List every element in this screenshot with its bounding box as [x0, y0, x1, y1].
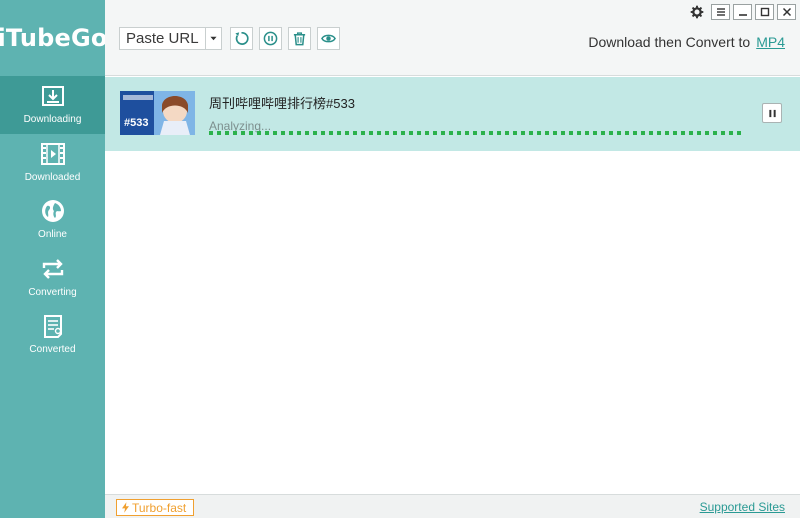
- convert-icon: [42, 258, 63, 279]
- minimize-icon: [738, 14, 747, 16]
- pause-icon: [768, 109, 776, 117]
- gear-icon[interactable]: [689, 4, 705, 20]
- globe-icon: [41, 200, 64, 222]
- paste-url-dropdown[interactable]: [205, 27, 222, 50]
- maximize-button[interactable]: [755, 4, 774, 20]
- thumbnail-caption: #533: [124, 117, 148, 129]
- convert-setting: Download then Convert to MP4: [588, 34, 785, 50]
- toolbar-actions: Paste URL: [119, 27, 340, 50]
- sidebar-item-converted[interactable]: Converted: [0, 306, 105, 364]
- sidebar-item-label: Downloading: [23, 114, 82, 125]
- resume-all-button[interactable]: [229, 27, 253, 50]
- sidebar-item-online[interactable]: Online: [0, 191, 105, 249]
- turbo-fast-button[interactable]: Turbo-fast: [116, 499, 195, 516]
- close-button[interactable]: [777, 4, 796, 20]
- supported-sites-link[interactable]: Supported Sites: [700, 500, 785, 514]
- eye-icon: [320, 34, 336, 43]
- close-icon: [782, 7, 791, 17]
- menu-button[interactable]: [711, 4, 730, 20]
- download-icon: [41, 86, 64, 106]
- lightning-icon: [122, 502, 129, 513]
- status-bar: Turbo-fast Supported Sites: [105, 494, 800, 518]
- sidebar-item-label: Online: [38, 229, 67, 240]
- refresh-icon: [234, 32, 249, 45]
- app-logo: iTubeGo: [0, 24, 108, 52]
- toolbar: Paste URL Download then Convert to MP4: [105, 0, 800, 76]
- download-list: #533 周刊哔哩哔哩排行榜#533 Analyzing...: [105, 77, 800, 494]
- film-icon: [40, 142, 65, 165]
- menu-icon: [716, 8, 725, 16]
- sidebar-item-downloaded[interactable]: Downloaded: [0, 134, 105, 192]
- progress-bar: [209, 131, 743, 135]
- sidebar-nav: Downloading Downloaded Online Converting…: [0, 76, 105, 364]
- video-thumbnail: #533: [120, 91, 195, 135]
- window-controls: [689, 4, 796, 20]
- item-pause-button[interactable]: [762, 103, 782, 123]
- document-icon: [43, 315, 62, 338]
- download-row[interactable]: #533 周刊哔哩哔哩排行榜#533 Analyzing...: [105, 77, 800, 151]
- sidebar-item-label: Converted: [29, 344, 76, 355]
- convert-label: Download then Convert to: [588, 34, 751, 50]
- sidebar-item-label: Downloaded: [24, 171, 81, 183]
- maximize-icon: [760, 7, 769, 17]
- turbo-label: Turbo-fast: [132, 500, 187, 515]
- paste-url-button[interactable]: Paste URL: [119, 27, 206, 50]
- sidebar-item-converting[interactable]: Converting: [0, 249, 105, 307]
- trash-icon: [293, 32, 305, 46]
- preview-button[interactable]: [316, 27, 340, 50]
- pause-all-button[interactable]: [258, 27, 282, 50]
- sidebar-item-downloading[interactable]: Downloading: [0, 76, 105, 134]
- sidebar-item-label: Converting: [28, 286, 77, 298]
- video-title: 周刊哔哩哔哩排行榜#533: [209, 96, 355, 111]
- caret-down-icon: [209, 36, 217, 41]
- delete-button[interactable]: [287, 27, 311, 50]
- minimize-button[interactable]: [733, 4, 752, 20]
- sidebar: iTubeGo Downloading Downloaded Online Co…: [0, 0, 108, 518]
- convert-format-link[interactable]: MP4: [756, 34, 785, 50]
- pause-circle-icon: [263, 31, 277, 46]
